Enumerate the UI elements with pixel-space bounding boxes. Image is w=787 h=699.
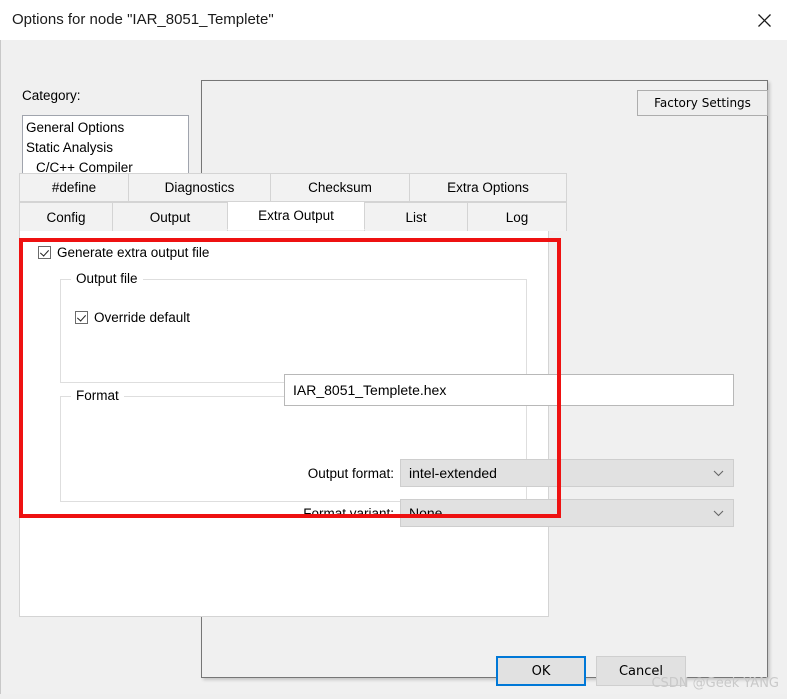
extra-output-pane: Generate extra output file Output file O… (19, 231, 549, 617)
output-format-label: Output format: (307, 466, 394, 481)
factory-settings-button[interactable]: Factory Settings (637, 90, 768, 116)
format-variant-value: None (409, 505, 443, 521)
override-default-checkbox[interactable]: Override default (75, 310, 190, 325)
format-group-title: Format (71, 388, 124, 403)
title-bar: Options for node "IAR_8051_Templete" (0, 0, 787, 41)
output-file-group-title: Output file (71, 271, 143, 286)
watermark: CSDN @Geek YANG (651, 676, 779, 691)
tab-define[interactable]: #define (19, 173, 129, 202)
tab-extra-output[interactable]: Extra Output (227, 201, 365, 230)
close-icon (757, 13, 771, 27)
chevron-down-icon (713, 460, 724, 486)
category-label: Category: (22, 88, 81, 103)
tab-log[interactable]: Log (467, 202, 567, 231)
format-variant-label: Format variant: (303, 506, 394, 521)
output-format-value: intel-extended (409, 465, 497, 481)
tab-row-2: Config Output Extra Output List Log (19, 201, 567, 231)
override-default-label: Override default (94, 310, 191, 325)
output-format-select[interactable]: intel-extended (400, 459, 734, 487)
close-button[interactable] (741, 0, 787, 40)
tab-checksum[interactable]: Checksum (270, 173, 410, 202)
tab-output[interactable]: Output (112, 202, 228, 231)
generate-extra-output-file-checkbox[interactable]: Generate extra output file (38, 245, 209, 260)
checkbox-box (75, 311, 88, 324)
checkbox-box (38, 246, 51, 259)
tab-bar: #define Diagnostics Checksum Extra Optio… (19, 173, 567, 231)
bottom-strip (0, 694, 787, 699)
output-file-input[interactable]: IAR_8051_Templete.hex (284, 374, 734, 406)
tab-diagnostics[interactable]: Diagnostics (128, 173, 271, 202)
output-file-group: Output file (60, 271, 527, 383)
tab-config[interactable]: Config (19, 202, 113, 231)
generate-extra-output-file-label: Generate extra output file (57, 245, 210, 260)
dialog-body: Category: General Options Static Analysis… (0, 40, 787, 699)
category-item[interactable]: General Options (23, 118, 188, 138)
chevron-down-icon (713, 500, 724, 526)
category-item[interactable]: Static Analysis (23, 138, 188, 158)
tab-list[interactable]: List (364, 202, 468, 231)
format-variant-select[interactable]: None (400, 499, 734, 527)
tab-extra-options[interactable]: Extra Options (409, 173, 567, 202)
ok-button[interactable]: OK (496, 656, 586, 686)
window-title: Options for node "IAR_8051_Templete" (12, 11, 274, 28)
tab-row-1: #define Diagnostics Checksum Extra Optio… (19, 173, 567, 202)
